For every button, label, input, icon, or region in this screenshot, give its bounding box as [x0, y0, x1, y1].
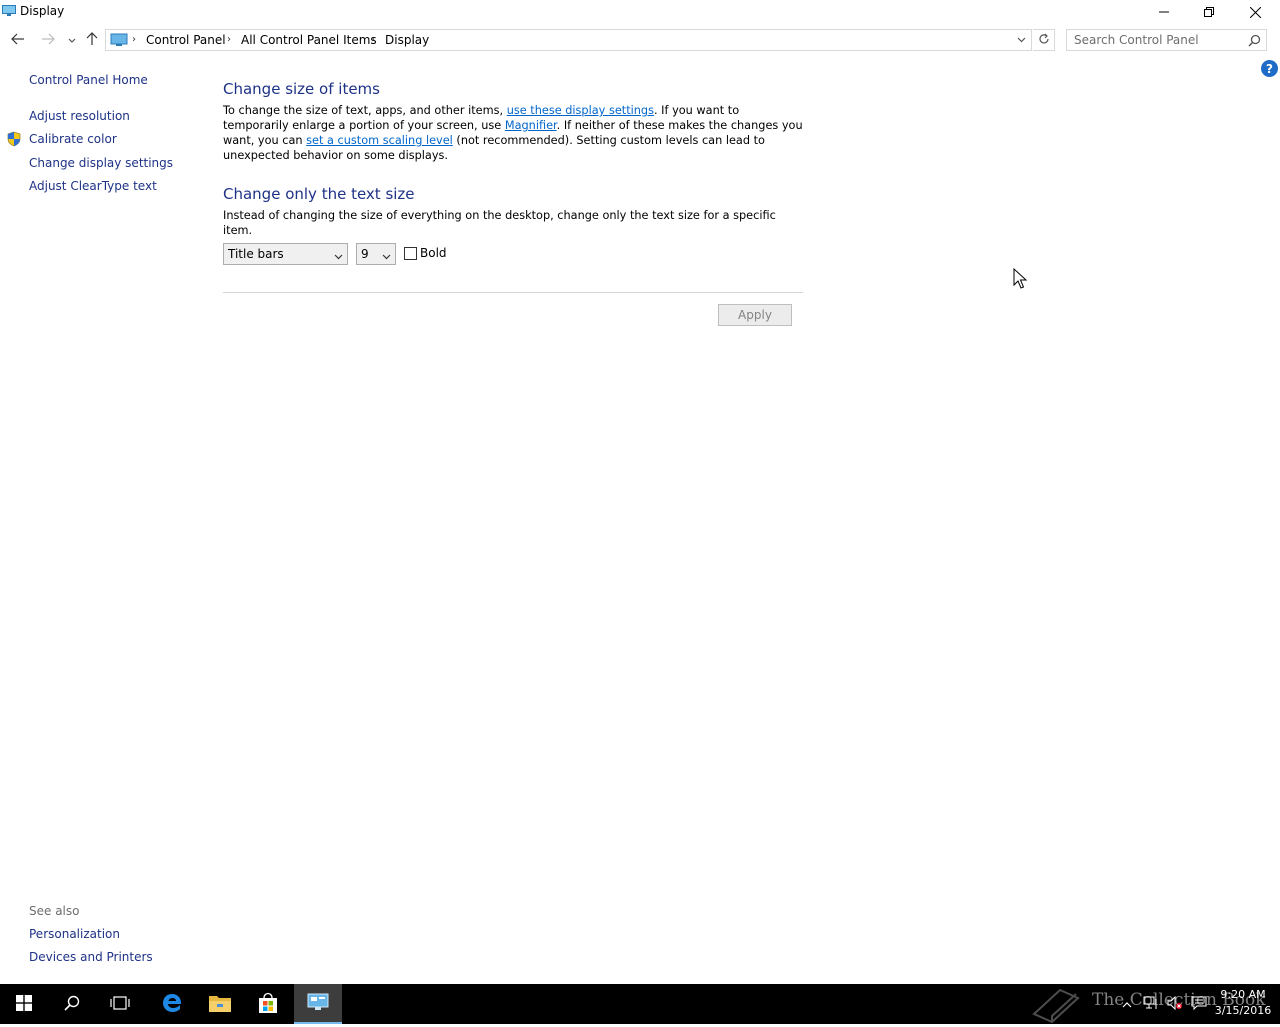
see-also-heading: See also [29, 904, 80, 918]
bold-label[interactable]: Bold [420, 246, 447, 260]
close-icon [1249, 6, 1261, 18]
chevron-up-icon [1122, 997, 1132, 1011]
chevron-down-icon [334, 249, 343, 263]
back-button[interactable] [8, 30, 28, 50]
search-input[interactable] [1074, 33, 1244, 47]
search-box[interactable] [1066, 29, 1267, 51]
sidebar-item-change-display-settings[interactable]: Change display settings [29, 156, 173, 170]
computer-icon [110, 33, 128, 50]
search-icon [64, 995, 80, 1014]
mouse-cursor-icon [1013, 267, 1028, 293]
clock-time: 9:20 AM [1220, 988, 1266, 1001]
network-icon [1143, 996, 1159, 1013]
store-bag-icon [257, 992, 279, 1017]
action-center-button[interactable] [1188, 984, 1210, 1024]
breadcrumb-display[interactable]: Display [385, 33, 429, 47]
task-view-icon [110, 995, 130, 1014]
text-size-select-value: 9 [361, 247, 369, 261]
taskbar-file-explorer-button[interactable] [196, 984, 244, 1024]
help-button[interactable]: ? [1261, 60, 1278, 77]
taskbar-store-button[interactable] [244, 984, 292, 1024]
taskbar: The Collection Book 9:20 AM 3/15/2016 [0, 984, 1280, 1024]
control-panel-icon [307, 993, 329, 1014]
see-also-personalization[interactable]: Personalization [29, 927, 120, 941]
apply-button[interactable]: Apply [718, 304, 792, 326]
minimize-icon [1159, 7, 1169, 17]
recent-locations-button[interactable] [62, 30, 82, 50]
sidebar-item-control-panel-home[interactable]: Control Panel Home [29, 73, 148, 87]
speaker-muted-icon [1167, 995, 1183, 1013]
see-also-devices-and-printers[interactable]: Devices and Printers [29, 950, 153, 964]
arrow-up-icon [86, 31, 98, 49]
task-view-button[interactable] [96, 984, 144, 1024]
display-settings-link[interactable]: use these display settings [507, 104, 654, 117]
sidebar-item-adjust-cleartype[interactable]: Adjust ClearType text [29, 179, 157, 193]
refresh-icon [1038, 33, 1050, 48]
change-size-heading: Change size of items [223, 80, 380, 98]
sidebar-item-adjust-resolution[interactable]: Adjust resolution [29, 109, 130, 123]
address-bar[interactable]: › Control Panel › All Control Panel Item… [105, 29, 1032, 51]
arrow-left-icon [11, 33, 25, 48]
question-mark-icon: ? [1266, 61, 1273, 76]
folder-icon [208, 993, 232, 1016]
shield-icon [6, 131, 22, 150]
bold-checkbox[interactable] [404, 247, 417, 260]
breadcrumb-separator: › [371, 34, 375, 45]
taskbar-search-button[interactable] [48, 984, 96, 1024]
change-size-description: To change the size of text, apps, and ot… [223, 103, 805, 163]
breadcrumb-all-items[interactable]: All Control Panel Items [241, 33, 377, 47]
close-button[interactable] [1232, 0, 1278, 24]
search-icon[interactable] [1248, 34, 1261, 50]
volume-tray-button[interactable] [1164, 984, 1186, 1024]
text-item-select-value: Title bars [228, 247, 284, 261]
breadcrumb-control-panel[interactable]: Control Panel [146, 33, 226, 47]
restore-icon [1204, 7, 1214, 17]
address-dropdown-button[interactable] [1013, 32, 1029, 48]
breadcrumb-separator: › [227, 34, 231, 45]
arrow-right-icon [41, 33, 55, 48]
text-size-heading: Change only the text size [223, 185, 415, 203]
show-hidden-icons-button[interactable] [1118, 984, 1136, 1024]
display-app-icon [2, 5, 16, 17]
taskbar-clock[interactable]: 9:20 AM 3/15/2016 [1212, 987, 1274, 1019]
chevron-down-icon [382, 249, 391, 263]
chevron-down-icon [68, 33, 76, 47]
message-icon [1191, 996, 1207, 1013]
taskbar-control-panel-button[interactable] [294, 984, 342, 1024]
network-tray-button[interactable] [1140, 984, 1162, 1024]
forward-button[interactable] [38, 30, 58, 50]
edge-browser-icon [161, 992, 183, 1017]
description-text: To change the size of text, apps, and ot… [223, 104, 507, 117]
breadcrumb-separator: › [132, 34, 136, 45]
minimize-button[interactable] [1141, 0, 1187, 24]
clock-date: 3/15/2016 [1214, 1004, 1272, 1017]
taskbar-edge-button[interactable] [148, 984, 196, 1024]
sidebar-item-calibrate-color[interactable]: Calibrate color [29, 132, 117, 146]
refresh-button[interactable] [1033, 29, 1055, 51]
custom-scaling-link[interactable]: set a custom scaling level [306, 134, 453, 147]
window-title: Display [20, 4, 65, 18]
navigation-bar: › Control Panel › All Control Panel Item… [0, 26, 1280, 54]
magnifier-link[interactable]: Magnifier [505, 119, 557, 132]
restore-button[interactable] [1186, 0, 1232, 24]
text-item-select[interactable]: Title bars [223, 243, 348, 265]
up-button[interactable] [82, 30, 102, 50]
windows-logo-icon [16, 994, 32, 1014]
text-size-description: Instead of changing the size of everythi… [223, 209, 776, 237]
text-size-select[interactable]: 9 [356, 243, 396, 265]
title-bar: Display [0, 0, 1280, 24]
divider [223, 292, 803, 293]
start-button[interactable] [0, 984, 48, 1024]
